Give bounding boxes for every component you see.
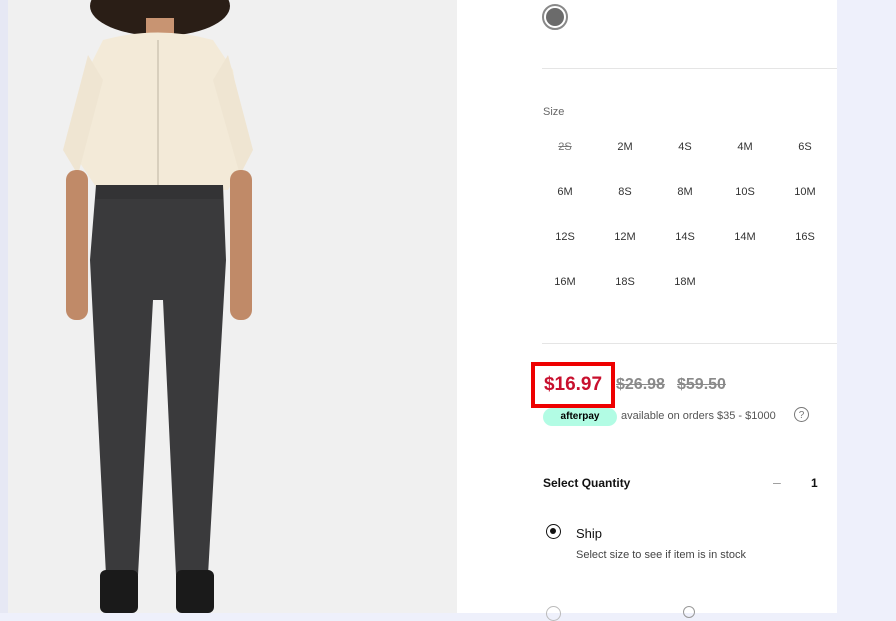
- was-price: $26.98: [616, 376, 665, 393]
- product-image[interactable]: [8, 0, 457, 613]
- size-option[interactable]: 6M: [535, 186, 595, 198]
- sale-price-highlight: $16.97: [531, 362, 615, 408]
- ship-label[interactable]: Ship: [576, 526, 602, 541]
- page-background: [837, 0, 896, 613]
- original-price: $59.50: [677, 376, 726, 393]
- size-option[interactable]: 8S: [595, 186, 655, 198]
- left-border: [0, 0, 8, 613]
- quantity-label: Select Quantity: [543, 476, 631, 490]
- info-icon[interactable]: [683, 606, 695, 618]
- quantity-value: 1: [811, 476, 818, 490]
- help-icon[interactable]: ?: [794, 407, 809, 422]
- size-option[interactable]: 2S: [535, 141, 595, 153]
- size-option[interactable]: 16S: [775, 231, 835, 243]
- color-swatch-selected[interactable]: [542, 4, 568, 30]
- size-option[interactable]: 4S: [655, 141, 715, 153]
- size-label: Size: [543, 106, 565, 118]
- size-option[interactable]: 14S: [655, 231, 715, 243]
- afterpay-logo: afterpay: [543, 408, 617, 426]
- product-options-panel: Size 2S 2M 4S 4M 6S 6M 8S 8M 10S 10M 12S 12M 14S 14M 1…: [457, 0, 837, 621]
- afterpay-info: available on orders $35 - $1000: [621, 410, 776, 422]
- size-option[interactable]: 4M: [715, 141, 775, 153]
- model-photo: [8, 0, 457, 613]
- size-option[interactable]: 6S: [775, 141, 835, 153]
- ship-radio[interactable]: [546, 524, 561, 539]
- size-option[interactable]: 18M: [655, 276, 715, 288]
- size-option[interactable]: 2M: [595, 141, 655, 153]
- divider: [542, 343, 837, 344]
- size-option[interactable]: 18S: [595, 276, 655, 288]
- size-option[interactable]: 12M: [595, 231, 655, 243]
- size-option[interactable]: 10M: [775, 186, 835, 198]
- size-option[interactable]: 12S: [535, 231, 595, 243]
- quantity-decrease-button[interactable]: –: [773, 474, 781, 490]
- size-option[interactable]: 14M: [715, 231, 775, 243]
- size-option[interactable]: 8M: [655, 186, 715, 198]
- sale-price: $16.97: [543, 374, 603, 395]
- divider: [542, 68, 837, 69]
- size-option[interactable]: 10S: [715, 186, 775, 198]
- pickup-radio[interactable]: [546, 606, 561, 621]
- size-option[interactable]: 16M: [535, 276, 595, 288]
- ship-stock-note: Select size to see if item is in stock: [576, 549, 746, 561]
